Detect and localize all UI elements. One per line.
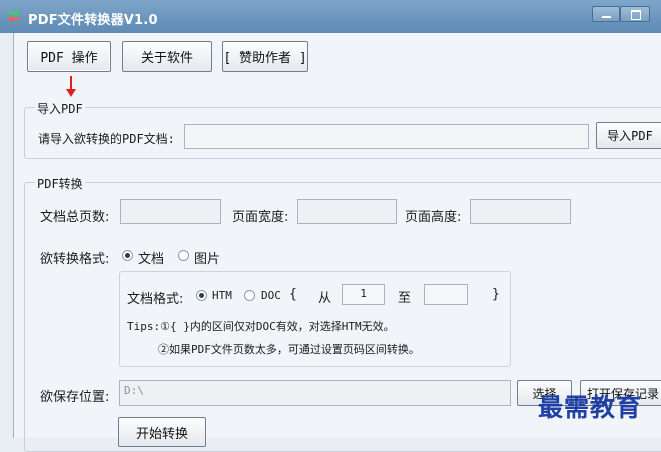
- format-label: 欲转换格式:: [40, 252, 110, 267]
- watermark-logo: 最需教育: [538, 393, 643, 422]
- about-button[interactable]: 关于软件: [122, 41, 212, 72]
- range-to-label: 至: [398, 291, 412, 306]
- range-open-brace: {: [289, 287, 297, 302]
- donate-button[interactable]: [ 赞助作者 ]: [222, 41, 308, 72]
- start-convert-button[interactable]: 开始转换: [118, 417, 206, 447]
- range-start-field[interactable]: 1: [342, 284, 385, 305]
- format-document-radio[interactable]: [122, 250, 133, 261]
- app-icon: [7, 9, 21, 23]
- range-end-field[interactable]: [424, 284, 468, 305]
- doc-format-doc-radio[interactable]: [244, 290, 255, 301]
- save-location-label: 欲保存位置:: [40, 390, 110, 405]
- minimize-button[interactable]: [592, 6, 620, 22]
- red-arrow-icon: [66, 76, 76, 97]
- doc-format-htm-radio[interactable]: [196, 290, 207, 301]
- import-pdf-button[interactable]: 导入PDF: [596, 122, 661, 149]
- doc-format-label: 文档格式:: [127, 292, 184, 307]
- tip-line-2: ②如果PDF文件页数太多，可通过设置页码区间转换。: [158, 343, 420, 356]
- doc-format-doc-label[interactable]: DOC: [261, 289, 281, 302]
- page-width-label: 页面宽度:: [232, 210, 289, 225]
- page-width-field: [297, 199, 397, 224]
- pdf-operations-button[interactable]: PDF 操作: [27, 41, 111, 72]
- window-title: PDF文件转换器V1.0: [28, 13, 158, 28]
- range-close-brace: }: [492, 287, 500, 302]
- format-image-radio[interactable]: [178, 250, 189, 261]
- minimize-icon: [602, 16, 611, 18]
- maximize-icon: [631, 10, 641, 20]
- range-from-label: 从: [318, 291, 332, 306]
- format-document-label[interactable]: 文档: [138, 248, 164, 267]
- doc-format-htm-label[interactable]: HTM: [212, 289, 232, 302]
- save-path-input[interactable]: D:\: [119, 380, 511, 406]
- total-pages-label: 文档总页数:: [40, 210, 110, 225]
- page-height-label: 页面高度:: [405, 210, 462, 225]
- import-legend: 导入PDF: [35, 100, 85, 117]
- tip-line-1: Tips:①{ }内的区间仅对DOC有效，对选择HTM无效。: [127, 320, 395, 333]
- maximize-button[interactable]: [620, 6, 650, 22]
- page-height-field: [470, 199, 571, 224]
- import-prompt: 请导入欲转换的PDF文档:: [38, 132, 175, 146]
- format-image-label[interactable]: 图片: [194, 248, 220, 267]
- total-pages-field: [120, 199, 221, 224]
- pdf-path-input[interactable]: [184, 124, 589, 149]
- title-bar: PDF文件转换器V1.0: [0, 0, 661, 33]
- convert-legend: PDF转换: [35, 175, 85, 192]
